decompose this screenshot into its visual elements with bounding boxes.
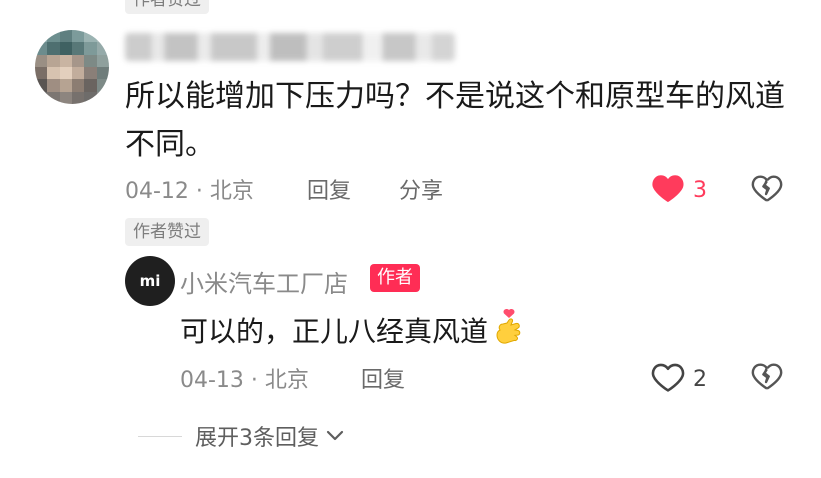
author-badge: 作者 [370,264,420,292]
avatar-pixel [84,66,97,80]
avatar-pixel [47,42,60,55]
avatar-pixel [35,42,48,55]
avatar-pixel [71,54,85,67]
expand-replies-label: 展开3条回复 [195,426,319,451]
avatar-pixel [84,91,97,104]
avatar-pixel [96,54,109,67]
comment-like-button[interactable]: 3 [651,172,707,208]
author-liked-tag: 作者赞过 [125,218,209,246]
reply-like-count: 2 [693,366,707,392]
avatar-pixel [47,30,60,43]
comment-like-count: 3 [693,177,707,203]
avatar-pixel [35,54,48,67]
avatar-pixel [96,30,109,43]
heart-filled-icon [651,172,685,208]
avatar-pixel [84,79,97,92]
avatar-pixel [71,66,85,80]
avatar[interactable] [35,30,109,104]
avatar-pixel [35,66,48,80]
reply-username[interactable]: 小米汽车工厂店 [180,264,348,299]
avatar-pixel [35,79,48,92]
avatar-pixel [96,91,109,104]
heart-outline-icon [651,361,685,397]
comment-date-location: 04-12 · 北京 [125,179,254,204]
share-button[interactable]: 分享 [399,173,443,205]
comment-dislike-button[interactable] [751,173,783,207]
avatar-pixel [84,42,97,55]
avatar-pixel [71,79,85,92]
chevron-down-icon [325,424,345,449]
reply-button[interactable]: 回复 [307,173,351,205]
avatar-pixel [35,30,48,43]
avatar-pixel [96,42,109,55]
avatar-pixel [84,54,97,67]
avatar-pixel [59,79,72,92]
reply-text: 可以的，正儿八经真风道 [180,315,489,348]
avatar-pixel [59,30,72,43]
avatar-pixel [59,42,72,55]
avatar-pixel [47,79,60,92]
broken-heart-icon [751,363,783,395]
reply-avatar[interactable]: mi [125,256,175,306]
avatar-pixel [59,66,72,80]
finger-heart-emoji [492,308,526,352]
comment-text: 所以能增加下压力吗？不是说这个和原型车的风道不同。 [125,79,785,162]
avatar-pixel [96,79,109,92]
avatar-pixel [59,91,72,104]
avatar-pixel [96,66,109,80]
expand-replies-button[interactable]: 展开3条回复 [195,420,345,452]
reply-reply-button[interactable]: 回复 [361,362,405,394]
avatar-pixel [71,91,85,104]
blurred-username[interactable] [125,33,455,61]
reply-content: 可以的，正儿八经真风道 [180,308,526,352]
author-liked-tag-top: 作者赞过 [125,0,209,14]
avatar-pixel [84,30,97,43]
avatar-pixel [71,30,85,43]
reply-dislike-button[interactable] [751,361,783,395]
avatar-pixel [35,91,48,104]
reply-like-button[interactable]: 2 [651,361,707,397]
avatar-pixel [71,42,85,55]
avatar-pixel [59,54,72,67]
expand-divider [138,436,182,437]
xiaomi-logo: mi [139,272,161,290]
avatar-pixel [47,91,60,104]
broken-heart-icon [751,175,783,207]
reply-date-location: 04-13 · 北京 [180,368,309,393]
avatar-pixel [47,54,60,67]
avatar-pixel [47,66,60,80]
